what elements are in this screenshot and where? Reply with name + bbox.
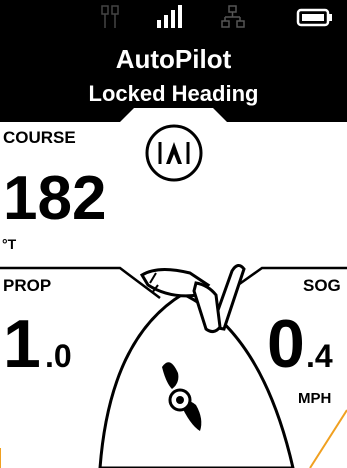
autopilot-screen: AutoPilot Locked Heading COURSE 182 °T P… bbox=[0, 0, 347, 468]
course-label: COURSE bbox=[3, 128, 76, 147]
sog-unit: MPH bbox=[298, 390, 332, 407]
prop-value-dec: .0 bbox=[45, 338, 72, 374]
tower-icon bbox=[101, 5, 119, 28]
autopilot-mode-button[interactable] bbox=[144, 123, 204, 183]
signal-bars-icon bbox=[157, 5, 182, 28]
course-unit: °T bbox=[2, 236, 17, 252]
network-icon bbox=[221, 5, 245, 28]
course-value: 182 bbox=[3, 164, 107, 233]
sog-value-int: 0 bbox=[267, 306, 305, 382]
sog-label: SOG bbox=[303, 276, 341, 295]
page-subtitle: Locked Heading bbox=[88, 81, 259, 106]
battery-icon bbox=[296, 8, 332, 27]
status-bar bbox=[0, 4, 347, 32]
page-title: AutoPilot bbox=[115, 44, 232, 74]
prop-value-int: 1 bbox=[3, 306, 41, 382]
prop-label: PROP bbox=[3, 276, 52, 295]
trolling-motor-icon bbox=[139, 264, 246, 431]
sog-value-dec: .4 bbox=[306, 338, 333, 374]
